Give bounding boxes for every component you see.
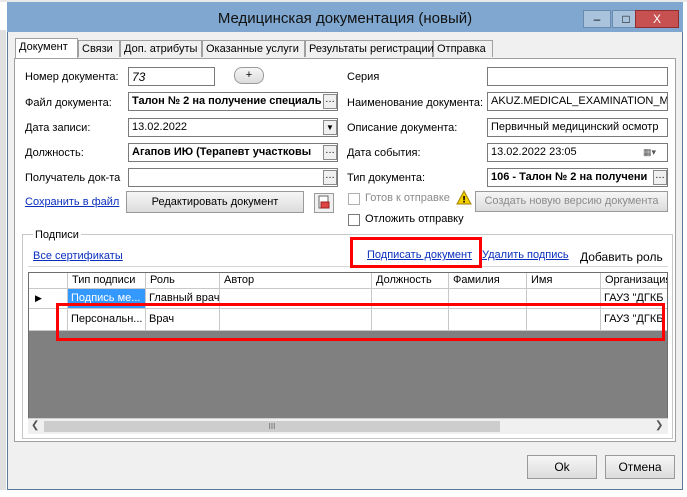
highlight-second-row	[56, 303, 665, 341]
column-header[interactable]: Автор	[220, 273, 372, 289]
recipient-field[interactable]	[128, 168, 338, 187]
signatures-toolbar-line	[28, 266, 668, 267]
calendar-dropdown-icon[interactable]: ▦▾	[643, 146, 665, 159]
doc-number-label: Номер документа:	[25, 71, 119, 83]
window-title: Медицинская документация (новый)	[217, 10, 473, 27]
scroll-left-arrow-icon[interactable]: ❮	[31, 420, 39, 431]
svg-text:!: !	[462, 196, 466, 206]
tab-registration-results[interactable]: Результаты регистрации	[305, 40, 434, 57]
tab-services[interactable]: Оказанные услуги	[202, 40, 305, 57]
postpone-sending-checkbox[interactable]	[348, 214, 360, 226]
add-role-button[interactable]: Добавить роль	[580, 250, 663, 264]
doc-description-label: Описание документа:	[347, 122, 458, 134]
cancel-button[interactable]: Отмена	[605, 455, 675, 479]
column-header[interactable]: Фамилия	[449, 273, 527, 289]
new-version-button[interactable]: Создать новую версию документа	[475, 191, 668, 212]
column-header[interactable]: Должность	[372, 273, 449, 289]
title-bar: Медицинская документация (новый) – □ X	[7, 2, 683, 32]
doc-type-browse-button[interactable]: …	[653, 170, 667, 185]
delete-signature-link[interactable]: Удалить подпись	[482, 249, 569, 261]
recipient-label: Получатель док-та	[25, 172, 121, 184]
doc-type-field[interactable]: 106 - Талон № 2 на получени	[487, 168, 668, 187]
warning-icon: !	[456, 189, 472, 208]
close-button[interactable]: X	[635, 10, 679, 28]
position-field[interactable]: Агапов ИЮ (Терапевт участковы	[128, 143, 338, 162]
position-label: Должность:	[25, 147, 84, 159]
file-field[interactable]: Талон № 2 на получение специаль	[128, 92, 338, 111]
tab-sending[interactable]: Отправка	[433, 40, 493, 57]
minimize-button[interactable]: –	[583, 10, 611, 28]
background-doc-strip-bottom	[0, 490, 687, 497]
record-date-field[interactable]: 13.02.2022	[128, 118, 338, 137]
record-date-label: Дата записи:	[25, 122, 91, 134]
tab-links[interactable]: Связи	[78, 40, 120, 57]
tab-document[interactable]: Документ	[15, 38, 78, 58]
save-to-file-link[interactable]: Сохранить в файл	[25, 196, 119, 208]
add-number-button[interactable]: +	[234, 67, 264, 84]
position-browse-button[interactable]: …	[323, 145, 337, 160]
signatures-group-label: Подписи	[33, 229, 81, 241]
print-icon[interactable]	[314, 193, 334, 213]
ready-to-send-checkbox[interactable]	[348, 193, 360, 205]
ready-to-send-label: Готов к отправке	[365, 192, 450, 204]
dialog-footer: Ok Отмена	[8, 451, 682, 489]
all-certificates-link[interactable]: Все сертификаты	[33, 250, 123, 262]
record-date-dropdown-icon[interactable]: ▼	[323, 120, 337, 135]
column-header[interactable]: Организация	[601, 273, 667, 289]
doc-name-label: Наименование документа:	[347, 97, 484, 109]
column-header[interactable]: Тип подписи	[68, 273, 146, 289]
doc-description-field[interactable]: Первичный медицинский осмотр	[487, 118, 668, 137]
doc-type-label: Тип документа:	[347, 172, 426, 184]
event-date-label: Дата события:	[347, 147, 421, 159]
doc-number-field[interactable]: 73	[128, 67, 215, 86]
doc-name-field[interactable]: AKUZ.MEDICAL_EXAMINATION_MAI	[487, 92, 668, 111]
row-header-corner	[29, 273, 68, 289]
series-label: Серия	[347, 71, 380, 83]
file-label: Файл документа:	[25, 97, 112, 109]
horizontal-scrollbar[interactable]: ❮ III ❯	[28, 418, 668, 434]
series-field[interactable]	[487, 67, 668, 86]
event-date-field[interactable]: 13.02.2022 23:05	[487, 143, 668, 162]
recipient-browse-button[interactable]: …	[323, 170, 337, 185]
background-doc-left-edge	[0, 30, 6, 490]
highlight-sign-document	[350, 237, 482, 268]
file-browse-button[interactable]: …	[323, 94, 337, 109]
postpone-sending-label: Отложить отправку	[365, 213, 464, 225]
scroll-thumb[interactable]: III	[44, 421, 500, 432]
edit-document-button[interactable]: Редактировать документ	[126, 191, 304, 213]
ok-button[interactable]: Ok	[527, 455, 597, 479]
column-header[interactable]: Имя	[527, 273, 601, 289]
signatures-table: Тип подписи Роль Автор Должность Фамилия…	[28, 272, 668, 432]
column-header[interactable]: Роль	[146, 273, 220, 289]
scroll-right-arrow-icon[interactable]: ❯	[655, 420, 663, 431]
tab-extra-attributes[interactable]: Доп. атрибуты	[120, 40, 202, 57]
